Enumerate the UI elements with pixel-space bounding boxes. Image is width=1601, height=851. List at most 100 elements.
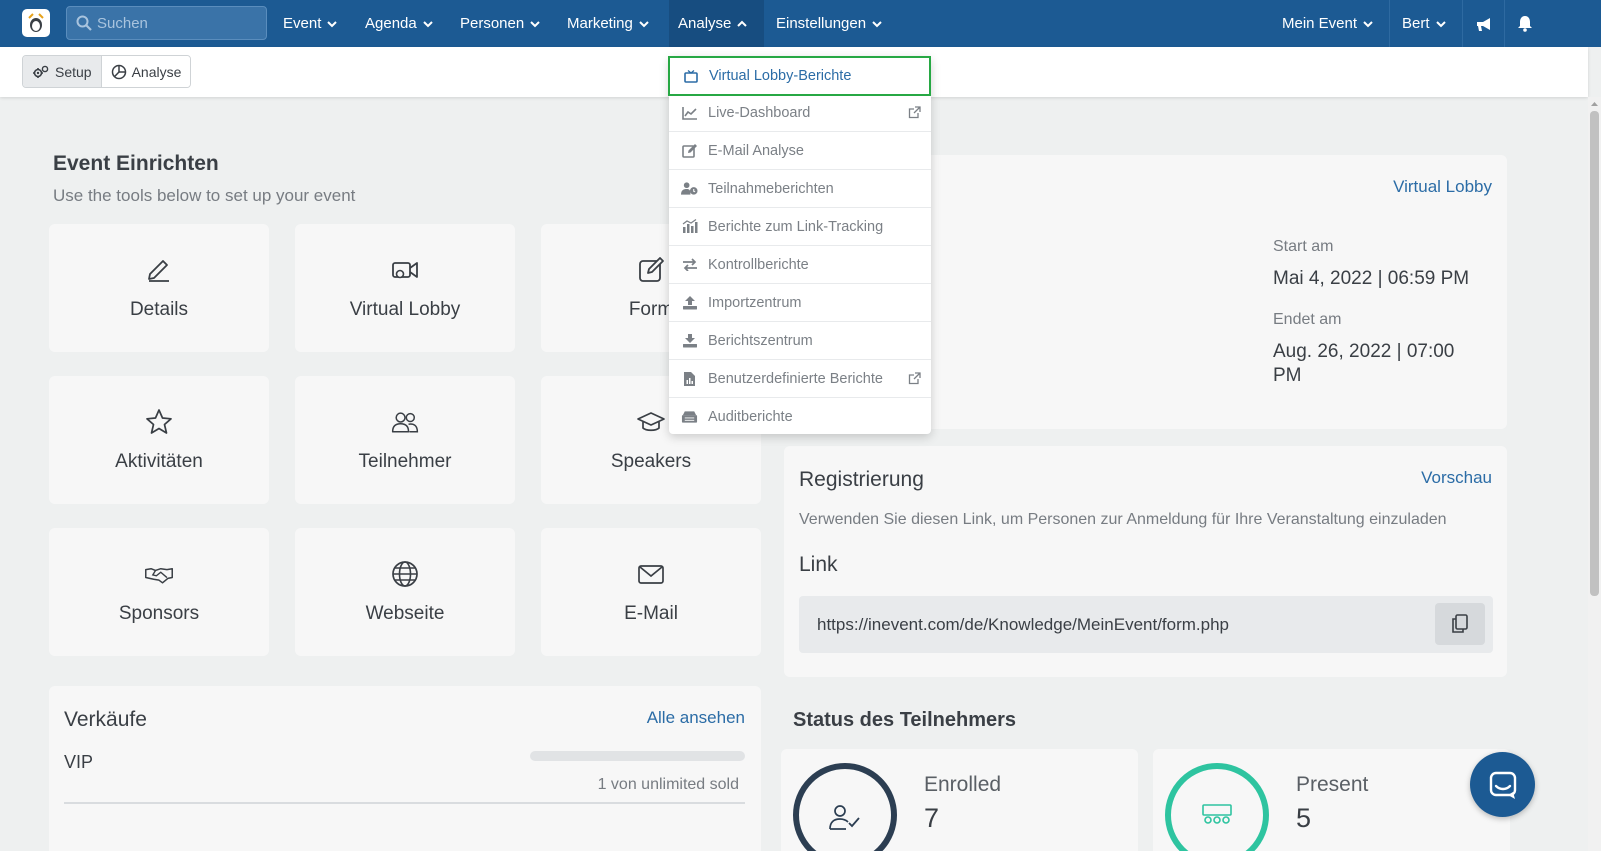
event-switcher[interactable]: Mein Event [1272, 0, 1383, 47]
chevron-down-icon [327, 20, 338, 27]
menu-item-live-dashboard[interactable]: Live-Dashboard [669, 94, 931, 132]
status-card-present[interactable]: Present 5 [1153, 749, 1510, 851]
menu-item-label: Live-Dashboard [708, 104, 811, 121]
nav-personen[interactable]: Personen [450, 0, 550, 47]
tile-form-label: Form [628, 299, 674, 320]
ticket-sold-text: 1 von unlimited sold [597, 776, 739, 793]
nav-analyse[interactable]: Analyse [669, 0, 764, 47]
sales-panel: Verkäufe Alle ansehen VIP 1 von unlimite… [49, 686, 761, 851]
link-title: Link [799, 553, 838, 576]
chevron-down-icon [639, 20, 649, 27]
menu-item-kontrollberichte[interactable]: Kontrollberichte [669, 246, 931, 284]
setup-tab[interactable]: Setup [23, 56, 102, 87]
tile-aktivitaeten[interactable]: Aktivitäten [49, 376, 269, 504]
chevron-down-icon [1363, 20, 1373, 27]
tile-email-label: E-Mail [624, 603, 678, 624]
sales-view-all-link[interactable]: Alle ansehen [647, 708, 745, 728]
search-box[interactable] [66, 6, 267, 40]
bar-chart-icon [682, 219, 697, 233]
app-logo[interactable] [22, 9, 50, 37]
users-icon [391, 412, 419, 433]
tile-virtual-lobby[interactable]: Virtual Lobby [295, 224, 515, 352]
nav-marketing-label: Marketing [567, 15, 633, 32]
nav-einstellungen-label: Einstellungen [776, 15, 867, 32]
chevron-down-icon [1435, 20, 1446, 27]
present-ring [1165, 763, 1269, 851]
tile-teilnehmer-label: Teilnehmer [358, 451, 452, 472]
tile-speakers-label: Speakers [610, 451, 692, 472]
enrolled-ring [793, 763, 897, 851]
menu-item-label: Teilnahmeberichten [708, 180, 834, 197]
graduation-cap-icon [637, 412, 665, 432]
registration-title: Registrierung [799, 468, 924, 491]
divider [64, 802, 745, 804]
tile-aktivitaeten-label: Aktivitäten [115, 451, 203, 472]
analyse-dropdown-menu: Virtual Lobby-Berichte Live-Dashboard E-… [668, 56, 931, 436]
pie-chart-icon [111, 64, 126, 79]
ticket-progress-bar [530, 751, 745, 761]
tile-teilnehmer[interactable]: Teilnehmer [295, 376, 515, 504]
attendee-status-title: Status des Teilnehmers [793, 709, 1017, 731]
tile-email[interactable]: E-Mail [541, 528, 761, 656]
notifications-button[interactable] [1507, 0, 1543, 47]
menu-item-label: Benutzerdefinierte Berichte [708, 370, 883, 387]
copy-link-button[interactable] [1435, 603, 1485, 645]
user-check-icon [829, 805, 860, 830]
registration-url-box: https://inevent.com/de/Knowledge/MeinEve… [799, 596, 1493, 653]
edit-form-icon [639, 257, 664, 282]
nav-agenda[interactable]: Agenda [355, 0, 443, 47]
menu-item-label: Importzentrum [708, 294, 802, 311]
scroll-up-arrow-icon[interactable] [1588, 99, 1601, 109]
nav-marketing[interactable]: Marketing [557, 0, 659, 47]
external-link-icon [908, 372, 921, 385]
nav-divider [1389, 0, 1390, 47]
chat-icon [1489, 771, 1516, 799]
analyse-tab[interactable]: Analyse [101, 56, 191, 87]
registration-url[interactable]: https://inevent.com/de/Knowledge/MeinEve… [817, 615, 1229, 635]
page-scrollbar[interactable] [1588, 97, 1601, 851]
announcements-button[interactable] [1466, 0, 1502, 47]
preview-link[interactable]: Vorschau [1421, 468, 1492, 488]
tile-sponsors-label: Sponsors [118, 603, 200, 624]
top-navbar: Event Agenda Personen Marketing Analyse … [0, 0, 1601, 47]
menu-item-importzentrum[interactable]: Importzentrum [669, 284, 931, 322]
user-clock-icon [681, 182, 698, 195]
user-name: Bert [1402, 15, 1430, 32]
menu-item-email-analyse[interactable]: E-Mail Analyse [669, 132, 931, 170]
event-switcher-label: Mein Event [1282, 15, 1358, 32]
user-menu[interactable]: Bert [1392, 0, 1456, 47]
menu-item-berichtszentrum[interactable]: Berichtszentrum [669, 322, 931, 360]
star-icon [146, 409, 172, 434]
menu-item-label: Berichtszentrum [708, 332, 813, 349]
ticket-name: VIP [64, 752, 94, 772]
envelope-icon [638, 565, 664, 584]
registration-description: Verwenden Sie diesen Link, um Personen z… [799, 511, 1447, 528]
scrollbar-thumb[interactable] [1590, 111, 1599, 596]
virtual-lobby-link[interactable]: Virtual Lobby [1393, 177, 1492, 197]
menu-item-link-tracking[interactable]: Berichte zum Link-Tracking [669, 208, 931, 246]
tv-icon [683, 69, 698, 83]
menu-item-label: Auditberichte [708, 409, 793, 425]
menu-item-teilnahmeberichten[interactable]: Teilnahmeberichten [669, 170, 931, 208]
status-card-enrolled[interactable]: Enrolled 7 [781, 749, 1138, 851]
archive-icon [681, 411, 698, 423]
video-camera-icon [392, 262, 418, 279]
mascot-logo-icon [28, 13, 44, 32]
chat-widget-button[interactable] [1470, 752, 1535, 817]
menu-item-benutzerdefinierte-berichte[interactable]: Benutzerdefinierte Berichte [669, 360, 931, 398]
bell-icon [1518, 16, 1532, 32]
registration-panel: Registrierung Vorschau Verwenden Sie die… [784, 446, 1507, 677]
menu-item-virtual-lobby-berichte[interactable]: Virtual Lobby-Berichte [668, 56, 931, 96]
tile-sponsors[interactable]: Sponsors [49, 528, 269, 656]
menu-item-auditberichte[interactable]: Auditberichte [669, 398, 931, 436]
search-input[interactable] [97, 14, 257, 32]
nav-einstellungen[interactable]: Einstellungen [766, 0, 892, 47]
nav-event-label: Event [283, 15, 322, 32]
tile-details[interactable]: Details [49, 224, 269, 352]
nav-event[interactable]: Event [273, 0, 347, 47]
chevron-down-icon [530, 20, 540, 27]
present-label: Present [1296, 773, 1369, 796]
audience-icon [1202, 804, 1232, 824]
enrolled-value: 7 [924, 803, 940, 833]
tile-webseite[interactable]: Webseite [295, 528, 515, 656]
